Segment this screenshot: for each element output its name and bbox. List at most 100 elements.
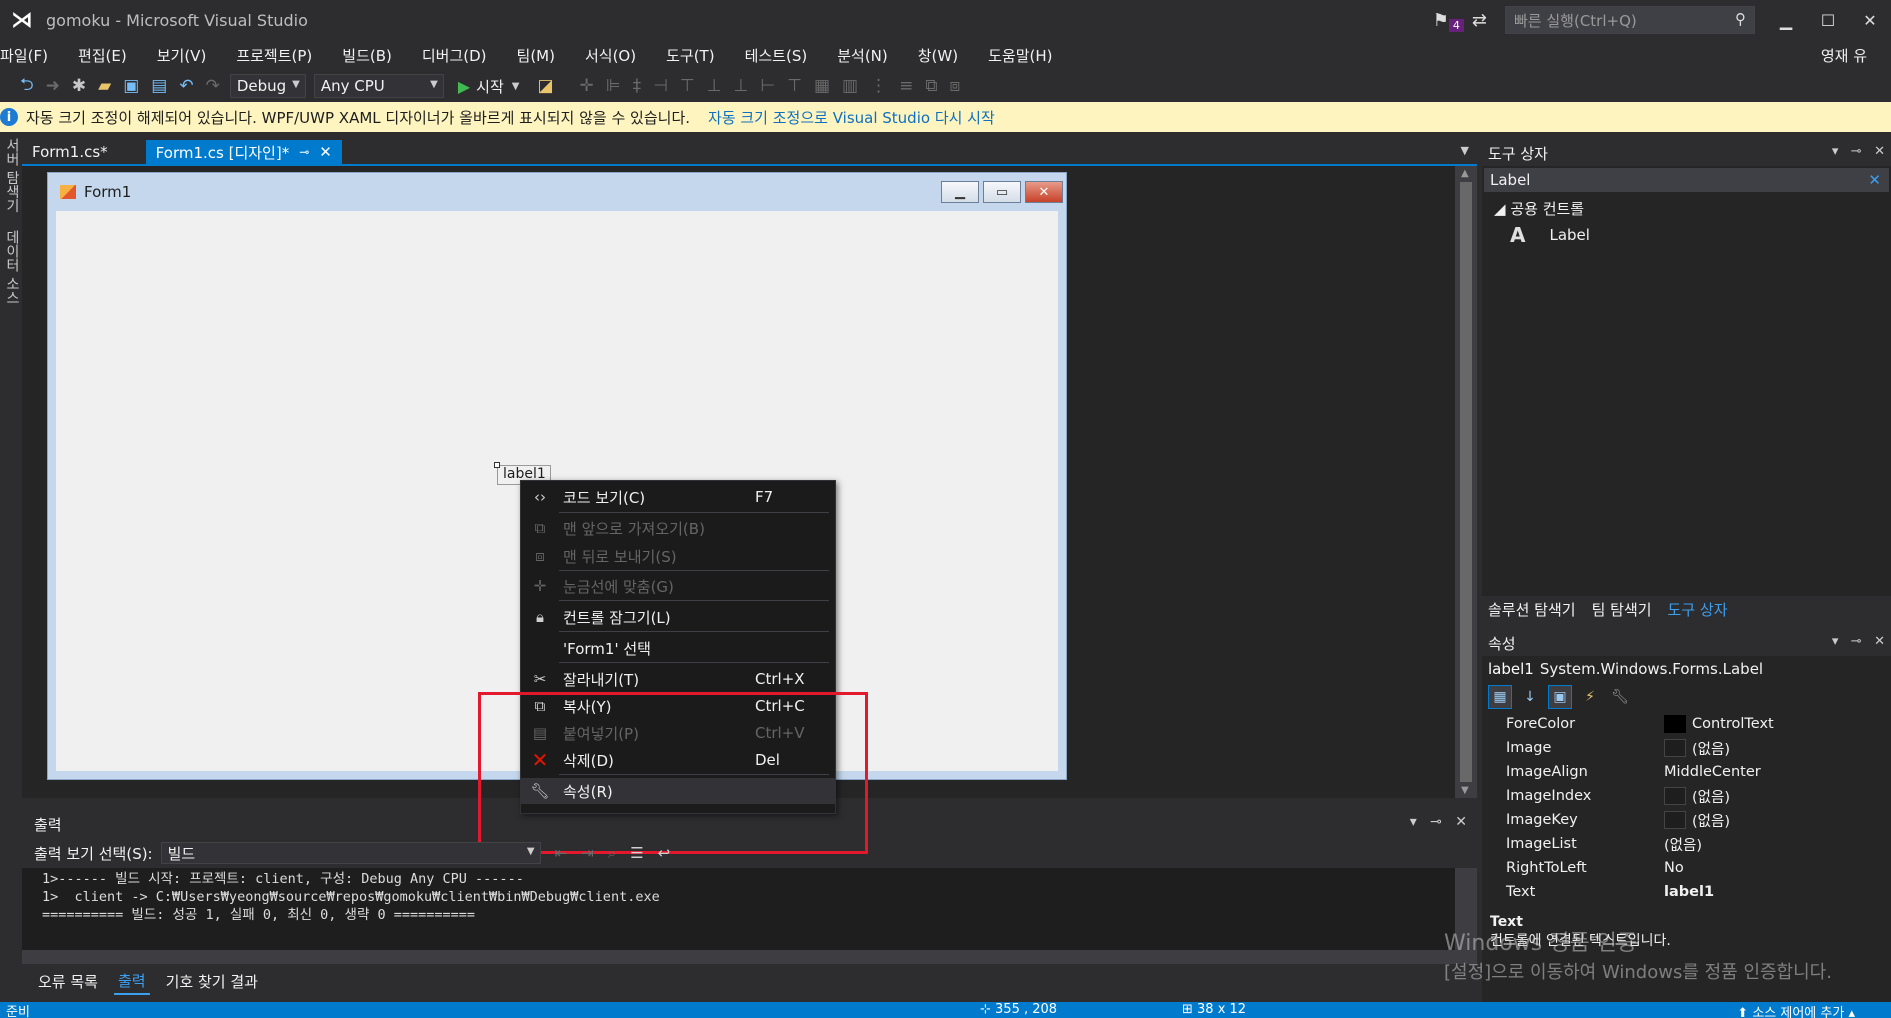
menu-analyze[interactable]: 분석(N) bbox=[837, 45, 888, 66]
make-same-size-icon[interactable]: ▥ bbox=[842, 76, 858, 96]
menu-tools[interactable]: 도구(T) bbox=[666, 45, 714, 66]
menu-debug[interactable]: 디버그(D) bbox=[422, 45, 487, 66]
close-panel-icon[interactable]: ✕ bbox=[1874, 144, 1885, 159]
send-to-back-icon[interactable]: ⧈ bbox=[949, 76, 960, 96]
property-row-text[interactable]: Text label1 bbox=[1482, 880, 1891, 904]
go-to-previous-message-icon[interactable]: ⇤ bbox=[555, 844, 568, 862]
menu-item-lock-controls[interactable]: 🔒︎ 컨트롤 잠그기(L) bbox=[521, 604, 835, 630]
data-sources-tab[interactable]: 데이터 소스 bbox=[2, 230, 22, 304]
tab-output[interactable]: 출력 bbox=[113, 968, 150, 995]
notification-flag-icon[interactable]: ⚑ bbox=[1433, 10, 1449, 31]
close-window-button[interactable]: ✕ bbox=[1849, 0, 1891, 40]
horizontal-spacing-icon[interactable]: ⋮ bbox=[870, 76, 887, 96]
tab-form1-design[interactable]: Form1.cs [디자인]* ⊸ ✕ bbox=[145, 140, 342, 164]
pin-icon[interactable]: ⊸ bbox=[299, 145, 309, 159]
output-source-select[interactable]: 빌드 ▼ bbox=[160, 842, 541, 864]
alphabetical-icon[interactable]: ↓ bbox=[1518, 685, 1542, 709]
clear-search-icon[interactable]: ✕ bbox=[1868, 171, 1881, 189]
add-to-source-control-button[interactable]: ⬆ 소스 제어에 추가 ▴ bbox=[1737, 1002, 1855, 1018]
menu-team[interactable]: 팀(M) bbox=[517, 45, 555, 66]
vertical-spacing-icon[interactable]: ≡ bbox=[899, 76, 913, 96]
menu-help[interactable]: 도움말(H) bbox=[988, 45, 1052, 66]
server-explorer-tab[interactable]: 서버 탐색기 bbox=[2, 138, 22, 212]
menu-item-view-code[interactable]: ‹› 코드 보기(C) F7 bbox=[521, 484, 835, 510]
align-centers-icon[interactable]: ‡ bbox=[633, 76, 642, 96]
menu-item-select-form1[interactable]: 'Form1' 선택 bbox=[521, 635, 835, 661]
tab-solution-explorer[interactable]: 솔루션 탐색기 bbox=[1488, 599, 1576, 620]
align-tops-icon[interactable]: ⊤ bbox=[680, 76, 695, 96]
align-to-grid-icon[interactable]: ✛ bbox=[580, 76, 594, 96]
redo-icon[interactable]: ↷ bbox=[206, 76, 220, 96]
browser-link-icon[interactable]: ◪ bbox=[537, 76, 553, 96]
scroll-thumb[interactable] bbox=[1460, 182, 1472, 782]
new-project-icon[interactable]: ✱ bbox=[72, 76, 86, 96]
menu-item-align-to-grid[interactable]: ✛ 눈금선에 맞춤(G) bbox=[521, 573, 835, 599]
toolbox-group-common-controls[interactable]: ◢ 공용 컨트롤 bbox=[1494, 198, 1891, 219]
property-pages-icon[interactable]: 🔧︎ bbox=[1608, 685, 1632, 709]
menu-project[interactable]: 프로젝트(P) bbox=[236, 45, 312, 66]
start-debugging-button[interactable]: ▶ 시작 ▼ bbox=[458, 76, 520, 97]
make-same-width-icon[interactable]: ⊢ bbox=[760, 76, 775, 96]
menu-file[interactable]: 파일(F) bbox=[0, 45, 48, 66]
toolbox-item-label[interactable]: A Label bbox=[1510, 223, 1891, 247]
selection-handle[interactable] bbox=[494, 462, 500, 468]
close-panel-icon[interactable]: ✕ bbox=[1874, 634, 1885, 649]
solution-platform-select[interactable]: Any CPU ▼ bbox=[313, 74, 444, 98]
output-horizontal-scrollbar[interactable] bbox=[22, 950, 1477, 964]
tab-form1-code[interactable]: Form1.cs* bbox=[22, 140, 118, 164]
menu-item-cut[interactable]: ✂ 잘라내기(T) Ctrl+X bbox=[521, 666, 835, 692]
property-row-imagealign[interactable]: ImageAlign MiddleCenter bbox=[1482, 760, 1891, 784]
toggle-word-wrap-icon[interactable]: ↩ bbox=[658, 844, 671, 862]
close-tab-icon[interactable]: ✕ bbox=[319, 143, 332, 161]
make-same-height-icon[interactable]: ⊤ bbox=[787, 76, 802, 96]
properties-object-select[interactable]: label1 System.Windows.Forms.Label bbox=[1482, 656, 1891, 682]
navigate-back-icon[interactable]: ⮌ bbox=[20, 72, 34, 101]
menu-view[interactable]: 보기(V) bbox=[157, 45, 207, 66]
panel-menu-icon[interactable]: ▾ bbox=[1832, 634, 1839, 649]
scroll-up-icon[interactable]: ▲ bbox=[1461, 168, 1469, 179]
bring-to-front-icon[interactable]: ⧉ bbox=[925, 76, 937, 96]
maximize-button[interactable]: ☐ bbox=[1807, 0, 1849, 40]
quick-launch-input[interactable]: 빠른 실행(Ctrl+Q) ⚲ bbox=[1505, 6, 1755, 34]
property-row-righttoleft[interactable]: RightToLeft No bbox=[1482, 856, 1891, 880]
menu-test[interactable]: 테스트(S) bbox=[745, 45, 808, 66]
property-row-imagelist[interactable]: ImageList (없음) bbox=[1482, 832, 1891, 856]
property-row-imageindex[interactable]: ImageIndex (없음) bbox=[1482, 784, 1891, 808]
properties-icon[interactable]: ▣ bbox=[1548, 685, 1572, 709]
undo-icon[interactable]: ↶ bbox=[179, 76, 193, 96]
menu-item-bring-to-front[interactable]: ⧉ 맨 앞으로 가져오기(B) bbox=[521, 515, 835, 541]
menu-item-send-to-back[interactable]: ⧈ 맨 뒤로 보내기(S) bbox=[521, 543, 835, 569]
close-panel-icon[interactable]: ✕ bbox=[1455, 814, 1467, 830]
solution-configuration-select[interactable]: Debug ▼ bbox=[229, 74, 306, 98]
pin-icon[interactable]: ⊸ bbox=[1430, 814, 1442, 830]
minimize-button[interactable]: ▁ bbox=[1765, 0, 1807, 40]
property-row-image[interactable]: Image (없음) bbox=[1482, 736, 1891, 760]
restart-link[interactable]: 자동 크기 조정으로 Visual Studio 다시 시작 bbox=[708, 107, 995, 128]
clear-all-icon[interactable]: ☰ bbox=[630, 844, 643, 862]
output-text-area[interactable]: 1>------ 빌드 시작: 프로젝트: client, 구성: Debug … bbox=[22, 868, 1455, 950]
pin-icon[interactable]: ⊸ bbox=[1851, 144, 1862, 159]
categorized-icon[interactable]: ▦ bbox=[1488, 685, 1512, 709]
tab-toolbox[interactable]: 도구 상자 bbox=[1668, 599, 1728, 620]
events-icon[interactable]: ⚡ bbox=[1578, 685, 1602, 709]
size-to-grid-icon[interactable]: ▦ bbox=[814, 76, 830, 96]
go-to-next-message-icon[interactable]: ⇥ bbox=[581, 844, 594, 862]
save-all-icon[interactable]: ▤ bbox=[151, 76, 167, 96]
open-file-icon[interactable]: ▰ bbox=[98, 76, 111, 96]
property-row-imagekey[interactable]: ImageKey (없음) bbox=[1482, 808, 1891, 832]
tab-dropdown-icon[interactable]: ▼ bbox=[1461, 144, 1469, 157]
save-icon[interactable]: ▣ bbox=[123, 76, 139, 96]
menu-format[interactable]: 서식(O) bbox=[585, 45, 636, 66]
align-lefts-icon[interactable]: ⊫ bbox=[606, 76, 621, 96]
menu-build[interactable]: 빌드(B) bbox=[342, 45, 392, 66]
find-message-icon[interactable]: ⌕ bbox=[608, 844, 616, 862]
toolbox-search-input[interactable]: Label ✕ bbox=[1484, 168, 1889, 192]
align-middles-icon[interactable]: ⊥ bbox=[707, 76, 722, 96]
designer-vertical-scrollbar[interactable]: ▲ ▼ bbox=[1455, 166, 1477, 798]
panel-menu-icon[interactable]: ▾ bbox=[1832, 144, 1839, 159]
panel-menu-icon[interactable]: ▾ bbox=[1410, 814, 1417, 830]
align-rights-icon[interactable]: ⊣ bbox=[653, 76, 668, 96]
align-bottoms-icon[interactable]: ⊥ bbox=[734, 76, 749, 96]
tab-team-explorer[interactable]: 팀 탐색기 bbox=[1592, 599, 1652, 620]
scroll-down-icon[interactable]: ▼ bbox=[1461, 785, 1469, 796]
